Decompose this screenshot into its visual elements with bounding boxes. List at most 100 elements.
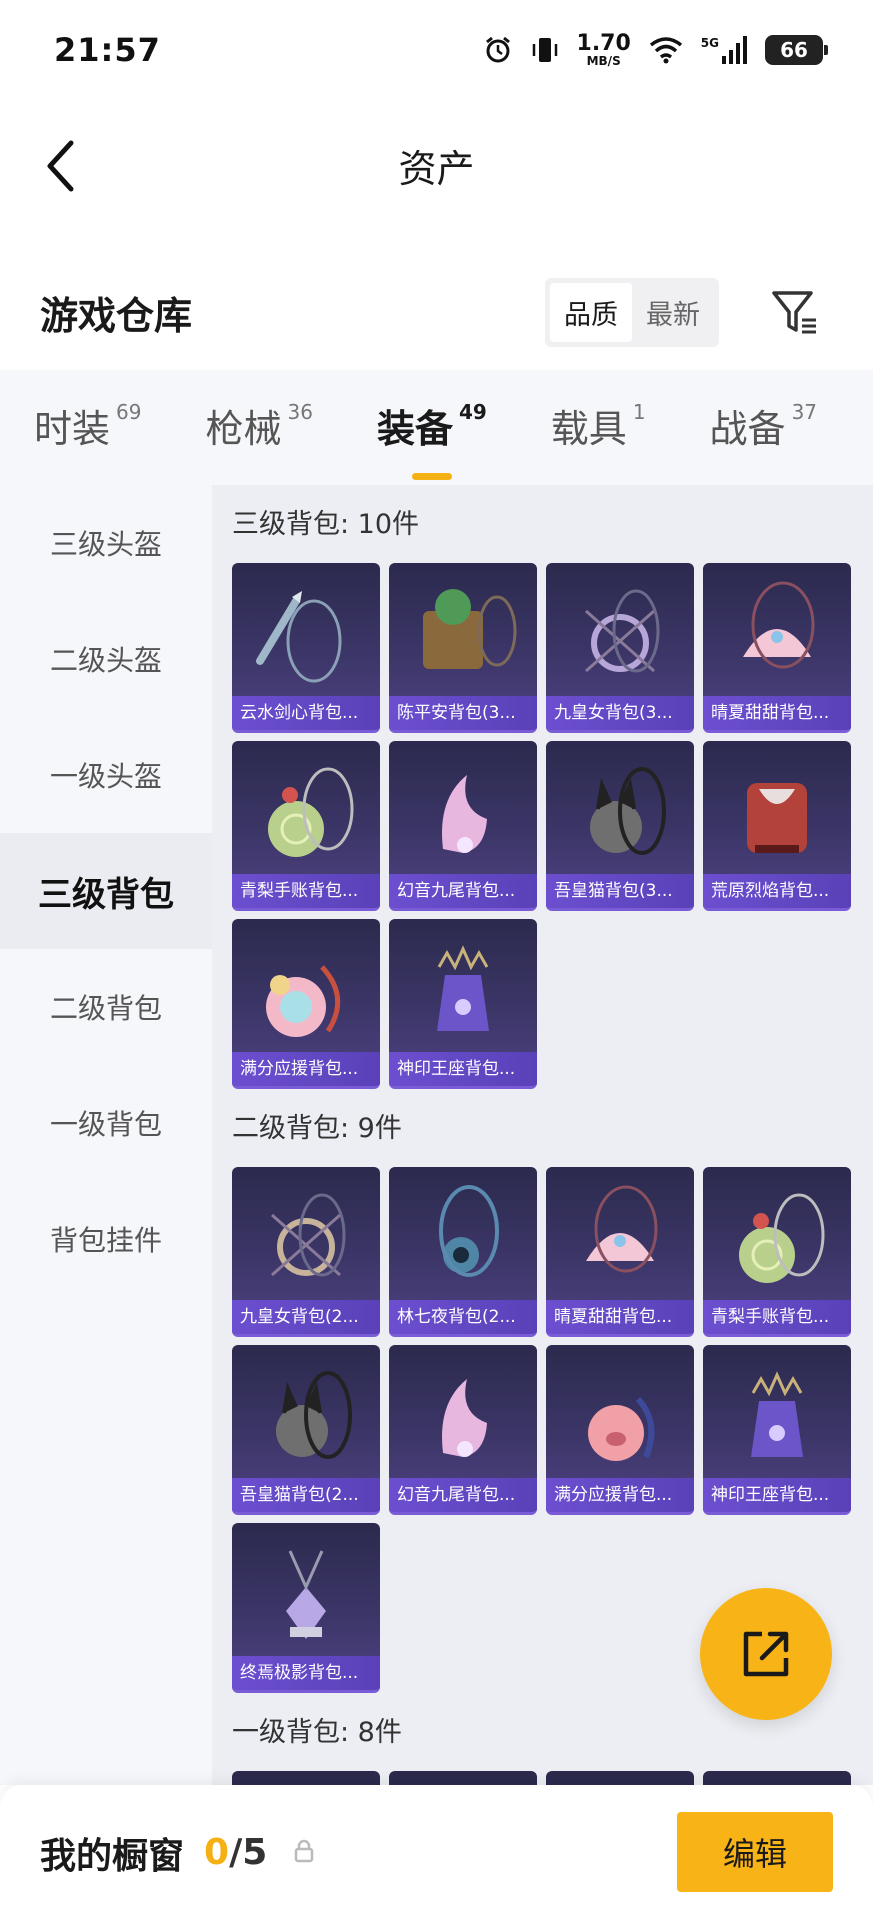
- sort-option-latest[interactable]: 最新: [632, 283, 714, 342]
- share-external-icon: [743, 1631, 789, 1677]
- cellular-signal-icon: 5G: [701, 36, 747, 64]
- basket-backpack-icon: [389, 571, 537, 699]
- pig-backpack-icon: [546, 1353, 694, 1481]
- filter-button[interactable]: [765, 283, 825, 343]
- item-card-partial[interactable]: [389, 1771, 537, 1785]
- item-grid-peek: [232, 1771, 873, 1785]
- share-button[interactable]: [700, 1588, 832, 1720]
- fluffy-backpack-icon: [232, 927, 380, 1055]
- fox-backpack-icon: [389, 1353, 537, 1481]
- item-card-label: 林七夜背包(2...: [389, 1300, 537, 1334]
- category-tabs: 时装 69 枪械 36 装备 49 载具 1 战备 37: [0, 370, 873, 485]
- warehouse-title: 游戏仓库: [40, 294, 193, 338]
- status-icons: 1.70 MB/S 5G 66: [483, 31, 828, 68]
- alarm-icon: [483, 35, 513, 65]
- item-card[interactable]: 陈平安背包(3...: [389, 563, 537, 733]
- item-card[interactable]: 晴夏甜甜背包...: [703, 563, 851, 733]
- pear-backpack-icon: [232, 749, 380, 877]
- sidebar-item-backpack-charm[interactable]: 背包挂件: [0, 1181, 212, 1297]
- item-card[interactable]: 晴夏甜甜背包...: [546, 1167, 694, 1337]
- tab-equipment[interactable]: 装备 49: [377, 398, 487, 480]
- item-card[interactable]: 林七夜背包(2...: [389, 1167, 537, 1337]
- edit-button[interactable]: 编辑: [677, 1812, 833, 1892]
- shell-backpack-icon: [703, 571, 851, 699]
- item-card[interactable]: 满分应援背包...: [546, 1345, 694, 1515]
- item-card-partial[interactable]: [232, 1771, 380, 1785]
- tab-firearms[interactable]: 枪械 36: [205, 398, 312, 458]
- item-card[interactable]: 神印王座背包...: [703, 1345, 851, 1515]
- status-time: 21:57: [54, 31, 161, 69]
- sidebar-item-level2-backpack[interactable]: 二级背包: [0, 949, 212, 1065]
- item-card[interactable]: 神印王座背包...: [389, 919, 537, 1089]
- sidebar-item-level2-helmet[interactable]: 二级头盔: [0, 601, 212, 717]
- item-card-partial[interactable]: [546, 1771, 694, 1785]
- sidebar-item-level3-helmet[interactable]: 三级头盔: [0, 485, 212, 601]
- tab-fashion[interactable]: 时装 69: [34, 398, 141, 458]
- lock-icon: [293, 1839, 315, 1867]
- item-grid: 云水剑心背包... 陈平安背包(3... 九皇女背包(3... 晴夏甜甜背包... 青梨…: [232, 563, 862, 1089]
- cat-backpack-icon: [546, 749, 694, 877]
- sort-toggle: 品质 最新: [545, 278, 719, 347]
- item-card-label: 青梨手账背包...: [232, 874, 380, 908]
- showcase-bar: 我的橱窗 0/5 编辑: [0, 1785, 873, 1920]
- sidebar-item-level1-backpack[interactable]: 一级背包: [0, 1065, 212, 1181]
- item-card[interactable]: 吾皇猫背包(2...: [232, 1345, 380, 1515]
- item-card[interactable]: 九皇女背包(2...: [232, 1167, 380, 1337]
- item-card-label: 云水剑心背包...: [232, 696, 380, 730]
- item-card[interactable]: 满分应援背包...: [232, 919, 380, 1089]
- item-card-label: 满分应援背包...: [232, 1052, 380, 1086]
- sort-option-quality[interactable]: 品质: [550, 283, 632, 342]
- tab-combat-gear[interactable]: 战备 37: [710, 398, 817, 458]
- throne-backpack-icon: [703, 1353, 851, 1481]
- sidebar-item-level1-helmet[interactable]: 一级头盔: [0, 717, 212, 833]
- status-bar: 21:57 1.70 MB/S 5G 66: [0, 0, 873, 100]
- item-card-label: 神印王座背包...: [703, 1478, 851, 1512]
- ornate-ring-backpack-icon: [232, 1175, 380, 1303]
- active-tab-indicator: [411, 472, 452, 480]
- sword-backpack-icon: [232, 571, 380, 699]
- pear-backpack-icon: [703, 1175, 851, 1303]
- item-card-label: 陈平安背包(3...: [389, 696, 537, 730]
- sidebar-item-level3-backpack[interactable]: 三级背包: [0, 833, 212, 949]
- section-title: 三级背包: 10件: [232, 509, 420, 540]
- item-card[interactable]: 幻音九尾背包...: [389, 1345, 537, 1515]
- item-card-label: 九皇女背包(2...: [232, 1300, 380, 1334]
- item-card-label: 晴夏甜甜背包...: [703, 696, 851, 730]
- item-card-label: 吾皇猫背包(2...: [232, 1478, 380, 1512]
- subcategory-sidebar: 三级头盔 二级头盔 一级头盔 三级背包 二级背包 一级背包 背包挂件: [0, 485, 212, 1785]
- item-card-label: 神印王座背包...: [389, 1052, 537, 1086]
- item-card-partial[interactable]: [703, 1771, 851, 1785]
- item-card[interactable]: 青梨手账背包...: [232, 741, 380, 911]
- net-speed: 1.70 MB/S: [576, 31, 631, 68]
- app-header: 资产: [0, 100, 873, 230]
- item-card[interactable]: 荒原烈焰背包...: [703, 741, 851, 911]
- item-card-label: 幻音九尾背包...: [389, 874, 537, 908]
- tab-vehicles[interactable]: 载具 1: [551, 398, 646, 458]
- item-card[interactable]: 九皇女背包(3...: [546, 563, 694, 733]
- item-card-label: 吾皇猫背包(3...: [546, 874, 694, 908]
- shell-backpack-icon: [546, 1175, 694, 1303]
- back-button[interactable]: [30, 136, 90, 196]
- ornate-ring-backpack-icon: [546, 571, 694, 699]
- item-card-label: 荒原烈焰背包...: [703, 874, 851, 908]
- fox-backpack-icon: [389, 749, 537, 877]
- cat-backpack-icon: [232, 1353, 380, 1481]
- item-card-label: 幻音九尾背包...: [389, 1478, 537, 1512]
- item-card-label: 终焉极影背包...: [232, 1656, 380, 1690]
- crystal-backpack-icon: [232, 1531, 380, 1659]
- item-card[interactable]: 幻音九尾背包...: [389, 741, 537, 911]
- battery-icon: 66: [765, 35, 828, 65]
- item-card[interactable]: 云水剑心背包...: [232, 563, 380, 733]
- throne-backpack-icon: [389, 927, 537, 1055]
- item-card-label: 满分应援背包...: [546, 1478, 694, 1512]
- chevron-left-icon: [47, 140, 74, 192]
- wifi-icon: [649, 36, 683, 64]
- filter-icon: [772, 290, 816, 333]
- item-card[interactable]: 青梨手账背包...: [703, 1167, 851, 1337]
- item-card[interactable]: 吾皇猫背包(3...: [546, 741, 694, 911]
- eye-backpack-icon: [389, 1175, 537, 1303]
- item-card[interactable]: 终焉极影背包...: [232, 1523, 380, 1693]
- showcase-label: 我的橱窗: [40, 1835, 185, 1877]
- flame-backpack-icon: [703, 749, 851, 877]
- vibrate-icon: [531, 35, 559, 65]
